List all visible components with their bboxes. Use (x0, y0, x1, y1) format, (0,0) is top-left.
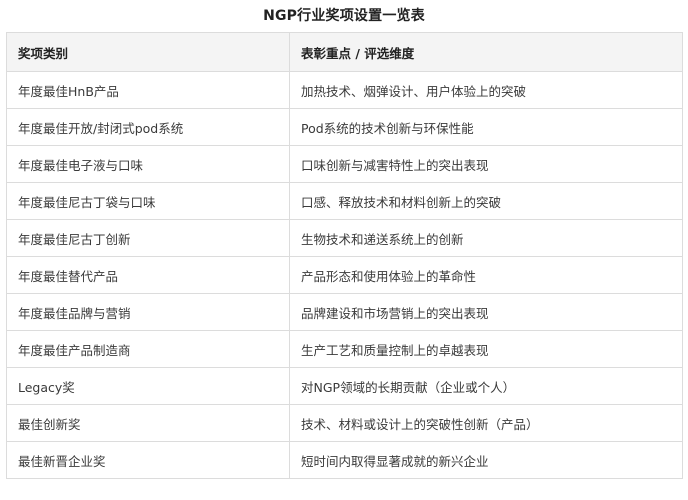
criteria-cell: 品牌建设和市场营销上的突出表现 (289, 293, 683, 331)
award-category-cell: 年度最佳品牌与营销 (6, 293, 290, 331)
table-row: 年度最佳替代产品 产品形态和使用体验上的革命性 (6, 256, 683, 294)
awards-table: 奖项类别 表彰重点 / 评选维度 年度最佳HnB产品 加热技术、烟弹设计、用户体… (6, 32, 683, 479)
table-row: 最佳新晋企业奖 短时间内取得显著成就的新兴企业 (6, 441, 683, 479)
table-row: Legacy奖 对NGP领域的长期贡献（企业或个人） (6, 367, 683, 405)
criteria-cell: 加热技术、烟弹设计、用户体验上的突破 (289, 71, 683, 109)
table-row: 年度最佳HnB产品 加热技术、烟弹设计、用户体验上的突破 (6, 71, 683, 109)
criteria-cell: 技术、材料或设计上的突破性创新（产品） (289, 404, 683, 442)
criteria-cell: Pod系统的技术创新与环保性能 (289, 108, 683, 146)
award-category-cell: 年度最佳电子液与口味 (6, 145, 290, 183)
criteria-cell: 生产工艺和质量控制上的卓越表现 (289, 330, 683, 368)
document-page: NGP行业奖项设置一览表 奖项类别 表彰重点 / 评选维度 年度最佳HnB产品 … (0, 0, 688, 500)
table-row: 年度最佳尼古丁创新 生物技术和递送系统上的创新 (6, 219, 683, 257)
table-row: 年度最佳电子液与口味 口味创新与减害特性上的突出表现 (6, 145, 683, 183)
table-row: 年度最佳产品制造商 生产工艺和质量控制上的卓越表现 (6, 330, 683, 368)
header-criteria: 表彰重点 / 评选维度 (289, 32, 683, 72)
award-category-cell: 年度最佳产品制造商 (6, 330, 290, 368)
award-category-cell: 年度最佳尼古丁袋与口味 (6, 182, 290, 220)
table-row: 年度最佳尼古丁袋与口味 口感、释放技术和材料创新上的突破 (6, 182, 683, 220)
criteria-cell: 短时间内取得显著成就的新兴企业 (289, 441, 683, 479)
award-category-cell: 年度最佳替代产品 (6, 256, 290, 294)
table-row: 年度最佳开放/封闭式pod系统 Pod系统的技术创新与环保性能 (6, 108, 683, 146)
table-row: 年度最佳品牌与营销 品牌建设和市场营销上的突出表现 (6, 293, 683, 331)
award-category-cell: 年度最佳HnB产品 (6, 71, 290, 109)
criteria-cell: 口味创新与减害特性上的突出表现 (289, 145, 683, 183)
table-title: NGP行业奖项设置一览表 (263, 8, 425, 24)
header-award-category: 奖项类别 (6, 32, 290, 72)
criteria-cell: 生物技术和递送系统上的创新 (289, 219, 683, 257)
table-header-row: 奖项类别 表彰重点 / 评选维度 (6, 32, 683, 72)
award-category-cell: 最佳新晋企业奖 (6, 441, 290, 479)
award-category-cell: Legacy奖 (6, 367, 290, 405)
criteria-cell: 产品形态和使用体验上的革命性 (289, 256, 683, 294)
criteria-cell: 对NGP领域的长期贡献（企业或个人） (289, 367, 683, 405)
table-row: 最佳创新奖 技术、材料或设计上的突破性创新（产品） (6, 404, 683, 442)
award-category-cell: 年度最佳尼古丁创新 (6, 219, 290, 257)
criteria-cell: 口感、释放技术和材料创新上的突破 (289, 182, 683, 220)
award-category-cell: 最佳创新奖 (6, 404, 290, 442)
award-category-cell: 年度最佳开放/封闭式pod系统 (6, 108, 290, 146)
